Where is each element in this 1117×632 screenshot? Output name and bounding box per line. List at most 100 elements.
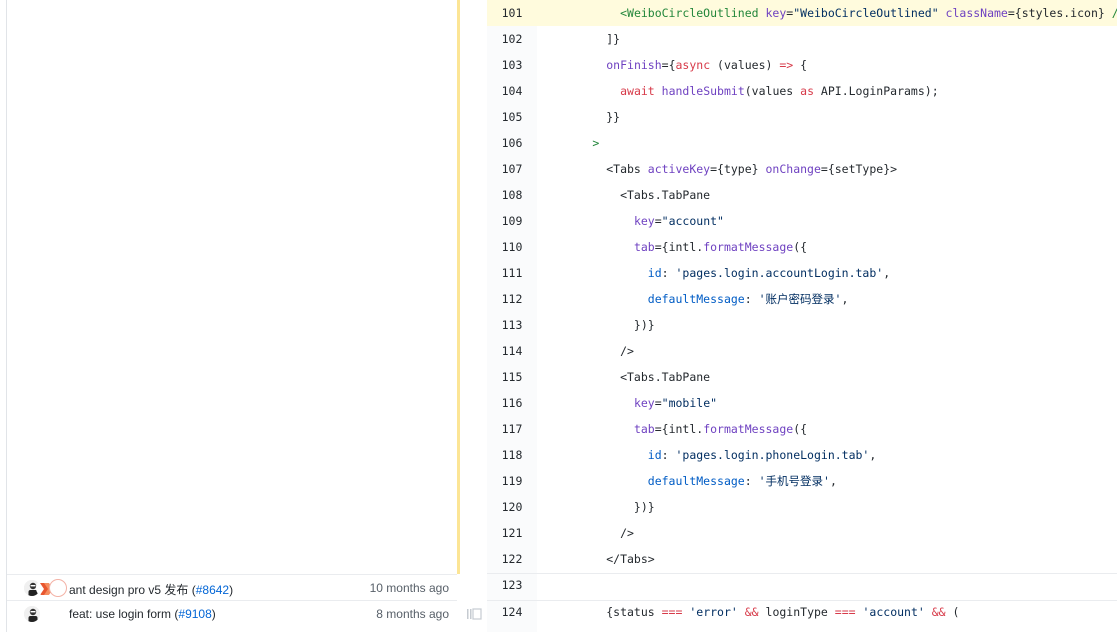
- code-line: tab={intl.formatMessage({: [537, 234, 1117, 260]
- avatar[interactable]: [23, 605, 41, 623]
- blame-row: feat: use login form (#9108) 8 months ag…: [7, 600, 457, 632]
- line-number[interactable]: 101: [487, 0, 537, 26]
- left-gutter: [0, 0, 7, 632]
- line-number[interactable]: 122: [487, 546, 537, 572]
- code-token: =: [654, 396, 662, 410]
- line-number[interactable]: 118: [487, 442, 537, 468]
- avatar-person-icon: [24, 606, 40, 622]
- line-number[interactable]: 119: [487, 468, 537, 494]
- code-token: <WeiboCircleOutlined: [620, 6, 759, 20]
- code-line: onFinish={async (values) => {: [537, 52, 1117, 78]
- code-token: {status: [537, 605, 662, 619]
- code-token: :: [661, 266, 676, 280]
- line-number[interactable]: 105: [487, 104, 537, 130]
- line-number[interactable]: 109: [487, 208, 537, 234]
- code-token: ]}: [537, 32, 621, 46]
- code-token: </Tabs>: [537, 552, 655, 566]
- commit-message[interactable]: feat: use login form (#9108): [69, 607, 216, 621]
- code-token: <Tabs: [537, 162, 641, 176]
- code-line: key="account": [537, 208, 1117, 234]
- code-line: {status === 'error' && loginType === 'ac…: [537, 599, 1117, 625]
- code-line: </Tabs>: [537, 546, 1117, 572]
- line-number[interactable]: 103: [487, 52, 537, 78]
- line-number[interactable]: 110: [487, 234, 537, 260]
- code-token: ,: [841, 292, 849, 306]
- pull-request-link[interactable]: #9108: [178, 607, 211, 621]
- line-number[interactable]: 121: [487, 520, 537, 546]
- line-number[interactable]: 106: [487, 130, 537, 156]
- code-token: async: [675, 58, 711, 72]
- line-number[interactable]: 113: [487, 312, 537, 338]
- line-number[interactable]: 104: [487, 78, 537, 104]
- code-line: })}: [537, 494, 1117, 520]
- avatar-stack[interactable]: [23, 578, 67, 598]
- code-token: />,: [1105, 6, 1117, 20]
- code-token: 'pages.login.phoneLogin.tab': [675, 448, 870, 462]
- blame-group-divider: [487, 573, 1117, 574]
- code-token: await: [620, 84, 655, 98]
- line-number[interactable]: 123: [487, 572, 537, 598]
- code-token: <Tabs.TabPane: [537, 370, 711, 384]
- code-line: id: 'pages.login.phoneLogin.tab',: [537, 442, 1117, 468]
- line-number[interactable]: 111: [487, 260, 537, 286]
- line-number[interactable]: 124: [487, 599, 537, 625]
- line-number-gutter: 101 102 103 104 105 106 107 108 109 110 111 112 113 1…: [487, 0, 537, 632]
- blame-panel: ant design pro v5 发布 (#8642) 10 months a…: [7, 0, 457, 632]
- code-token: ={intl.: [654, 422, 704, 436]
- line-number[interactable]: 107: [487, 156, 537, 182]
- avatar[interactable]: [49, 579, 67, 597]
- code-token: onFinish: [606, 58, 662, 72]
- code-token: ={styles.icon}: [1007, 6, 1105, 20]
- line-number[interactable]: 120: [487, 494, 537, 520]
- line-number[interactable]: 108: [487, 182, 537, 208]
- code-line: ]}: [537, 26, 1117, 52]
- line-number[interactable]: 116: [487, 390, 537, 416]
- code-token: ={intl.: [654, 240, 704, 254]
- avatar-stack[interactable]: [23, 604, 67, 624]
- code-token: />: [537, 526, 634, 540]
- code-token: API.LoginParams);: [814, 84, 939, 98]
- line-number[interactable]: 112: [487, 286, 537, 312]
- code-token: (values: [744, 84, 801, 98]
- blame-row: ant design pro v5 发布 (#8642) 10 months a…: [7, 574, 457, 600]
- code-token: ,: [883, 266, 891, 280]
- line-number[interactable]: 115: [487, 364, 537, 390]
- code-token: loginType: [758, 605, 835, 619]
- line-number[interactable]: 114: [487, 338, 537, 364]
- line-number[interactable]: 117: [487, 416, 537, 442]
- commit-message-text[interactable]: ant design pro v5 发布: [69, 583, 192, 597]
- commit-message[interactable]: ant design pro v5 发布 (#8642): [69, 581, 233, 598]
- reblame-icon[interactable]: [466, 607, 484, 621]
- commit-message-text[interactable]: feat: use login form: [69, 607, 174, 621]
- pull-request-link[interactable]: #8642: [196, 583, 229, 597]
- code-token: defaultMessage: [647, 474, 745, 488]
- code-token: formatMessage: [703, 240, 794, 254]
- code-line: />: [537, 338, 1117, 364]
- code-line: <Tabs.TabPane: [537, 364, 1117, 390]
- code-line: }}: [537, 104, 1117, 130]
- code-token: =: [654, 214, 662, 228]
- code-token: key: [758, 6, 787, 20]
- code-line: key="mobile": [537, 390, 1117, 416]
- code-line: defaultMessage: '账户密码登录',: [537, 286, 1117, 312]
- line-number[interactable]: 102: [487, 26, 537, 52]
- code-line: await handleSubmit(values as API.LoginPa…: [537, 78, 1117, 104]
- reblame-glyph-icon: [467, 608, 482, 620]
- code-token: })}: [537, 500, 655, 514]
- code-token: })}: [537, 318, 655, 332]
- code-token: =>: [779, 58, 794, 72]
- code-token: "mobile": [661, 396, 718, 410]
- code-token: ={type}: [710, 162, 766, 176]
- code-token: className: [938, 6, 1008, 20]
- blame-divider: [460, 0, 487, 632]
